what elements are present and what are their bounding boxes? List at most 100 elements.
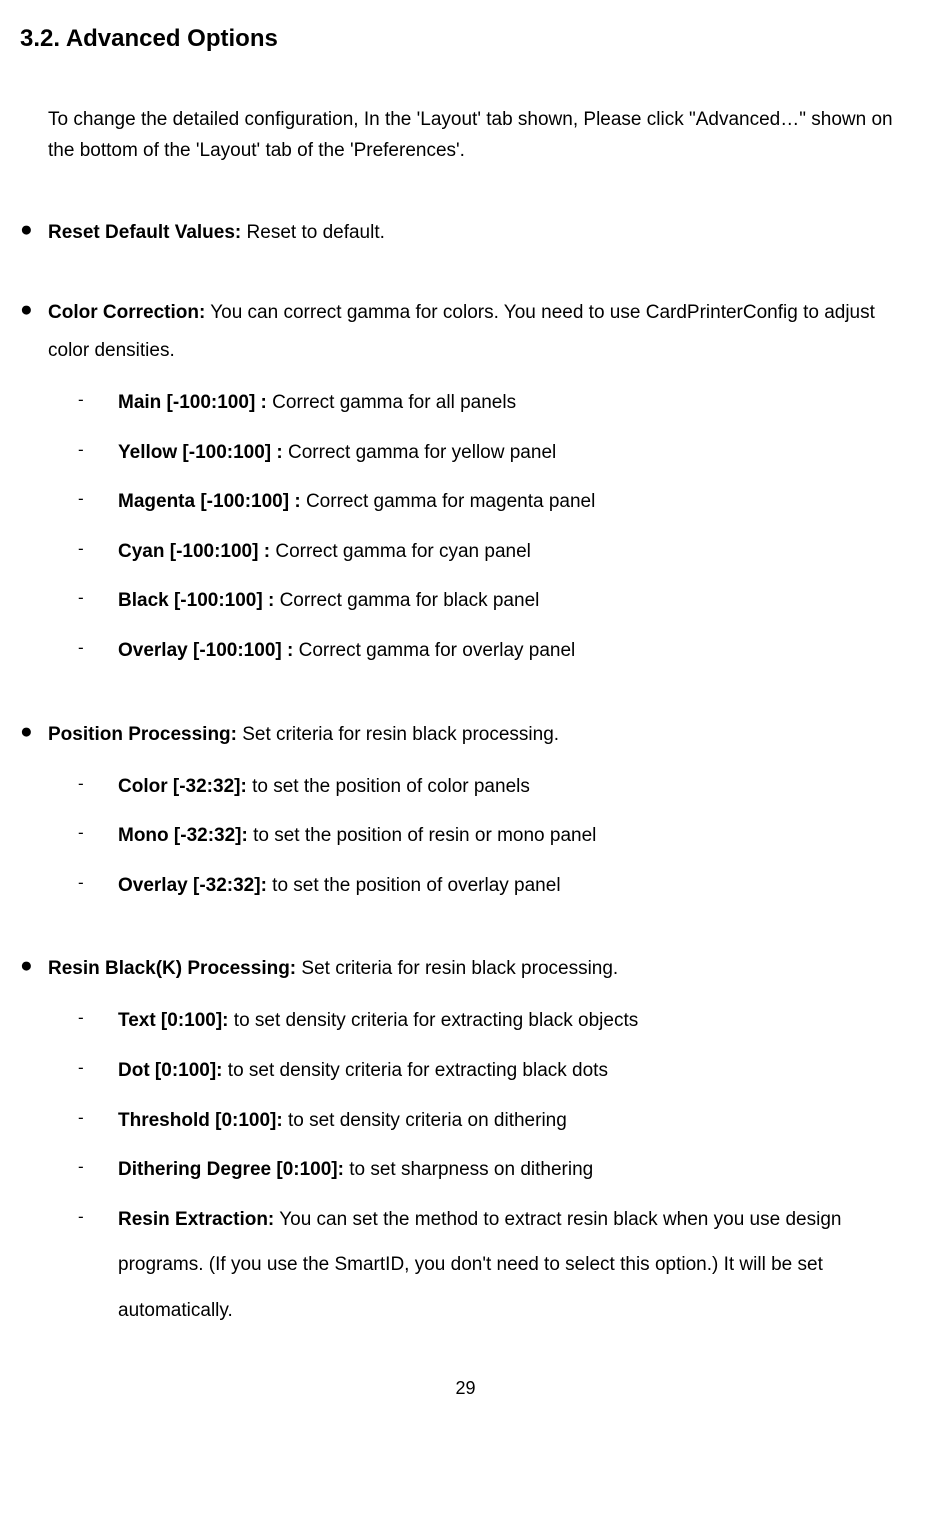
dash-marker-icon: - (78, 430, 118, 471)
page-number: 29 (20, 1375, 911, 1403)
sub-body: Dithering Degree [0:100]: to set sharpne… (118, 1147, 911, 1193)
sub-title: Cyan [-100:100] : (118, 541, 270, 562)
sub-title: Magenta [-100:100] : (118, 491, 301, 512)
sub-title: Resin Extraction: (118, 1209, 274, 1230)
bullet-body: Reset Default Values: Reset to default. (48, 214, 911, 252)
sub-body: Overlay [-32:32]: to set the position of… (118, 863, 911, 909)
sub-item: -Threshold [0:100]: to set density crite… (78, 1098, 911, 1144)
sub-title: Mono [-32:32]: (118, 825, 248, 846)
sub-desc: to set density criteria on dithering (283, 1110, 567, 1131)
sub-item: -Dot [0:100]: to set density criteria fo… (78, 1048, 911, 1094)
dash-marker-icon: - (78, 628, 118, 669)
sub-list: -Text [0:100]: to set density criteria f… (78, 998, 911, 1333)
sub-item: -Mono [-32:32]: to set the position of r… (78, 813, 911, 859)
sub-title: Overlay [-100:100] : (118, 640, 293, 661)
section-title: 3.2. Advanced Options (20, 20, 911, 57)
bullet-desc: Reset to default. (241, 222, 385, 243)
sub-body: Color [-32:32]: to set the position of c… (118, 764, 911, 810)
sub-body: Resin Extraction: You can set the method… (118, 1197, 911, 1334)
bullet-line: ●Resin Black(K) Processing: Set criteria… (20, 950, 911, 988)
sub-body: Threshold [0:100]: to set density criter… (118, 1098, 911, 1144)
sub-desc: to set the position of color panels (247, 776, 530, 797)
bullet-marker-icon: ● (20, 716, 48, 749)
sub-title: Threshold [0:100]: (118, 1110, 283, 1131)
dash-marker-icon: - (78, 578, 118, 619)
dash-marker-icon: - (78, 1197, 118, 1238)
sub-desc: to set density criteria for extracting b… (229, 1010, 639, 1031)
dash-marker-icon: - (78, 863, 118, 904)
bullet-block: ●Resin Black(K) Processing: Set criteria… (20, 950, 911, 1333)
sub-body: Dot [0:100]: to set density criteria for… (118, 1048, 911, 1094)
bullet-desc: Set criteria for resin black processing. (296, 958, 618, 979)
sub-desc: to set the position of overlay panel (267, 875, 561, 896)
sub-item: -Cyan [-100:100] : Correct gamma for cya… (78, 529, 911, 575)
sub-item: -Magenta [-100:100] : Correct gamma for … (78, 479, 911, 525)
sub-body: Magenta [-100:100] : Correct gamma for m… (118, 479, 911, 525)
dash-marker-icon: - (78, 380, 118, 421)
sub-title: Main [-100:100] : (118, 392, 267, 413)
sub-item: -Main [-100:100] : Correct gamma for all… (78, 380, 911, 426)
sub-title: Dithering Degree [0:100]: (118, 1159, 344, 1180)
bullet-block: ●Color Correction: You can correct gamma… (20, 294, 911, 674)
sub-title: Text [0:100]: (118, 1010, 229, 1031)
bullet-title: Reset Default Values: (48, 222, 241, 243)
sub-body: Cyan [-100:100] : Correct gamma for cyan… (118, 529, 911, 575)
sub-desc: to set density criteria for extracting b… (223, 1060, 608, 1081)
bullet-body: Resin Black(K) Processing: Set criteria … (48, 950, 911, 988)
sub-desc: Correct gamma for black panel (274, 590, 539, 611)
dash-marker-icon: - (78, 1098, 118, 1139)
sub-title: Color [-32:32]: (118, 776, 247, 797)
sub-body: Black [-100:100] : Correct gamma for bla… (118, 578, 911, 624)
sub-desc: to set sharpness on dithering (344, 1159, 593, 1180)
sub-item: -Overlay [-100:100] : Correct gamma for … (78, 628, 911, 674)
bullet-desc: Set criteria for resin black processing. (237, 724, 559, 745)
sub-title: Black [-100:100] : (118, 590, 274, 611)
dash-marker-icon: - (78, 998, 118, 1039)
bullet-block: ●Reset Default Values: Reset to default. (20, 214, 911, 252)
sub-title: Overlay [-32:32]: (118, 875, 267, 896)
bullet-line: ●Color Correction: You can correct gamma… (20, 294, 911, 370)
bullet-title: Color Correction: (48, 302, 205, 323)
dash-marker-icon: - (78, 813, 118, 854)
sub-list: -Main [-100:100] : Correct gamma for all… (78, 380, 911, 674)
sub-item: -Dithering Degree [0:100]: to set sharpn… (78, 1147, 911, 1193)
sub-item: -Yellow [-100:100] : Correct gamma for y… (78, 430, 911, 476)
sub-item: -Resin Extraction: You can set the metho… (78, 1197, 911, 1334)
sub-body: Overlay [-100:100] : Correct gamma for o… (118, 628, 911, 674)
sub-body: Main [-100:100] : Correct gamma for all … (118, 380, 911, 426)
sub-title: Yellow [-100:100] : (118, 442, 283, 463)
sub-body: Text [0:100]: to set density criteria fo… (118, 998, 911, 1044)
dash-marker-icon: - (78, 529, 118, 570)
bullet-block: ●Position Processing: Set criteria for r… (20, 716, 911, 909)
sub-body: Yellow [-100:100] : Correct gamma for ye… (118, 430, 911, 476)
bullet-line: ●Position Processing: Set criteria for r… (20, 716, 911, 754)
section-heading: Advanced Options (66, 25, 278, 52)
sub-desc: Correct gamma for all panels (267, 392, 516, 413)
sub-desc: Correct gamma for cyan panel (270, 541, 531, 562)
sub-item: -Color [-32:32]: to set the position of … (78, 764, 911, 810)
sub-desc: Correct gamma for overlay panel (293, 640, 575, 661)
sub-list: -Color [-32:32]: to set the position of … (78, 764, 911, 909)
bullet-body: Position Processing: Set criteria for re… (48, 716, 911, 754)
intro-paragraph: To change the detailed configuration, In… (48, 105, 911, 166)
bullet-marker-icon: ● (20, 214, 48, 247)
bullet-title: Resin Black(K) Processing: (48, 958, 296, 979)
sub-item: -Text [0:100]: to set density criteria f… (78, 998, 911, 1044)
bullet-title: Position Processing: (48, 724, 237, 745)
dash-marker-icon: - (78, 764, 118, 805)
sub-desc: to set the position of resin or mono pan… (248, 825, 597, 846)
dash-marker-icon: - (78, 479, 118, 520)
dash-marker-icon: - (78, 1147, 118, 1188)
sub-body: Mono [-32:32]: to set the position of re… (118, 813, 911, 859)
sub-desc: Correct gamma for yellow panel (283, 442, 557, 463)
sub-desc: Correct gamma for magenta panel (301, 491, 596, 512)
dash-marker-icon: - (78, 1048, 118, 1089)
sub-title: Dot [0:100]: (118, 1060, 223, 1081)
section-number: 3.2. (20, 25, 60, 52)
bullet-marker-icon: ● (20, 294, 48, 327)
sub-item: -Overlay [-32:32]: to set the position o… (78, 863, 911, 909)
sub-item: -Black [-100:100] : Correct gamma for bl… (78, 578, 911, 624)
bullet-line: ●Reset Default Values: Reset to default. (20, 214, 911, 252)
bullet-body: Color Correction: You can correct gamma … (48, 294, 911, 370)
bullet-marker-icon: ● (20, 950, 48, 983)
